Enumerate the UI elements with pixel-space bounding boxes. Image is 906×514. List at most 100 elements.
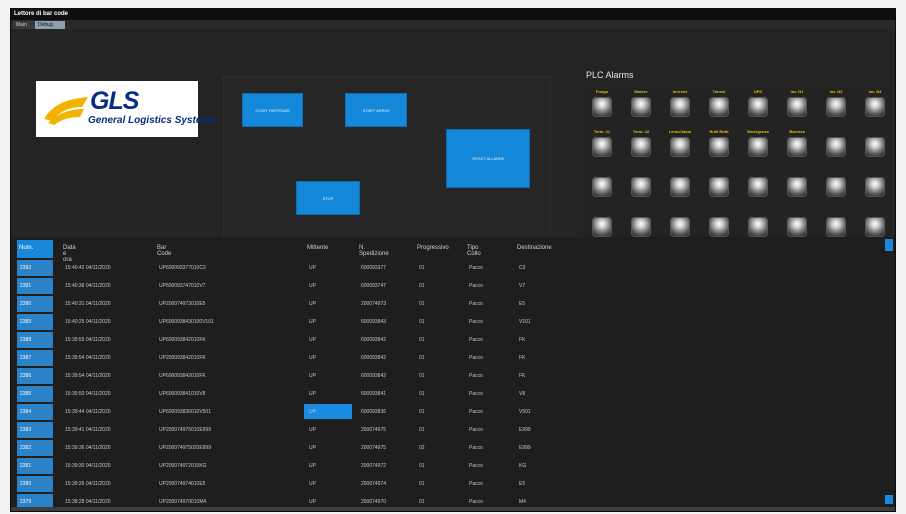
- table-row[interactable]: 2388 15:39:55 04/11/2020 UP600093842010FK U…: [17, 331, 562, 349]
- cell-data-ora: 15:39:55 04/11/2020: [65, 337, 111, 343]
- barcode-table: Num. Data e ora Bar Code Mittente N. Spe…: [11, 237, 895, 511]
- cell-num: 2381: [17, 458, 53, 474]
- cell-progressivo: 02: [419, 445, 425, 451]
- cell-bar-code: UP600093747010V7: [159, 283, 206, 289]
- column-header-bar-code[interactable]: Bar Code: [157, 240, 171, 258]
- cell-num: 2391: [17, 278, 53, 294]
- alarm-lamp-icon: [826, 217, 846, 237]
- table-row[interactable]: 2380 15:39:26 04/11/2020 UP200074974010E5 U…: [17, 475, 562, 493]
- column-header-destinazione[interactable]: Destinazione: [517, 240, 552, 258]
- cell-bar-code: UP200074975020E999: [159, 445, 211, 451]
- cell-bar-code: UP200093842010FK: [159, 355, 206, 361]
- cell-spedizione: 600093842: [361, 373, 387, 379]
- table-row[interactable]: 2384 15:39:44 04/11/2020 UP600093836010V50…: [17, 403, 562, 421]
- plc-alarm-r2-c5: Emergenza: [738, 129, 778, 163]
- start-arrivi-button[interactable]: START ARRIVI: [345, 93, 407, 127]
- alarm-lamp-icon: [631, 217, 651, 237]
- plc-alarm-label: Barriera: [789, 129, 805, 134]
- alarm-lamp-icon: [748, 217, 768, 237]
- gls-logo: GLS General Logistics Systems: [36, 81, 216, 137]
- window-title: Lettore di bar code: [11, 9, 895, 20]
- table-row[interactable]: 2383 15:39:41 04/11/2020 UP200074975010E99…: [17, 421, 562, 439]
- alarm-lamp-icon: [787, 137, 807, 157]
- plc-alarm-label: Inv. N1: [790, 89, 804, 94]
- cell-spedizione: 600093842: [361, 355, 387, 361]
- cell-destinazione: C3: [519, 265, 526, 271]
- plc-alarm-r1-c8: Inv. N3: [855, 89, 895, 123]
- cell-progressivo: 01: [419, 373, 425, 379]
- table-row[interactable]: 2390 15:40:31 04/11/2020 UP200074973010E5 U…: [17, 295, 562, 313]
- cell-tipo-collo: Pacco: [469, 319, 483, 325]
- plc-alarm-r2-c3: Lento/Jasto: [660, 129, 700, 163]
- cell-bar-code: UP600093841010V8: [159, 391, 206, 397]
- cell-num: 2389: [17, 314, 53, 330]
- cell-progressivo: 01: [419, 391, 425, 397]
- cell-mittente: UP: [309, 445, 316, 451]
- cell-mittente: UP: [309, 319, 316, 325]
- plc-alarm-r3-c8: [855, 169, 895, 203]
- cell-mittente: UP: [309, 391, 316, 397]
- plc-alarm-r3-c2: [621, 169, 661, 203]
- column-header-mittente[interactable]: Mittente: [307, 240, 328, 258]
- alarm-lamp-icon: [709, 177, 729, 197]
- cell-bar-code: UP200074975010E999: [159, 427, 211, 433]
- column-header-spedizione[interactable]: N. Spedizione: [359, 240, 389, 258]
- plc-alarm-r2-c7: [816, 129, 856, 163]
- cell-spedizione: 200074975: [361, 445, 387, 451]
- alarm-lamp-icon: [592, 97, 612, 117]
- cell-spedizione: 200074975: [361, 427, 387, 433]
- plc-alarm-label: Fungo: [595, 89, 609, 94]
- cell-spedizione: 200074974: [361, 481, 387, 487]
- table-row[interactable]: 2385 15:39:50 04/11/2020 UP600093841010V8 U…: [17, 385, 562, 403]
- alarm-lamp-icon: [709, 217, 729, 237]
- column-header-num[interactable]: Num.: [17, 240, 53, 258]
- table-row[interactable]: 2382 15:39:36 04/11/2020 UP200074975020E99…: [17, 439, 562, 457]
- cell-mittente: UP: [309, 463, 316, 469]
- cell-destinazione: V101: [519, 319, 531, 325]
- stop-button[interactable]: STOP: [296, 181, 360, 215]
- alarm-lamp-icon: [670, 137, 690, 157]
- alarm-lamp-icon: [670, 177, 690, 197]
- cell-tipo-collo: Pacco: [469, 283, 483, 289]
- plc-alarm-label: Rulli Rotti: [709, 129, 729, 134]
- plc-alarm-r1-c4: Tunnel: [699, 89, 739, 123]
- cell-destinazione: E999: [519, 427, 531, 433]
- scroll-up-icon[interactable]: [885, 239, 893, 251]
- table-row[interactable]: 2381 15:39:30 04/11/2020 UP200074972010KG U…: [17, 457, 562, 475]
- cell-destinazione: V7: [519, 283, 526, 289]
- scroll-down-icon[interactable]: [885, 495, 893, 504]
- table-row[interactable]: 2391 15:40:36 04/11/2020 UP600093747010V7 U…: [17, 277, 562, 295]
- reset-allarmi-button[interactable]: RESET ALLARMI: [446, 129, 530, 188]
- cell-num: 2388: [17, 332, 53, 348]
- cell-tipo-collo: Pacco: [469, 481, 483, 487]
- plc-alarm-label: UPS: [753, 89, 763, 94]
- cell-tipo-collo: Pacco: [469, 391, 483, 397]
- cell-bar-code: UP200074972010KG: [159, 463, 207, 469]
- tab-main[interactable]: Main: [13, 21, 35, 29]
- cell-destinazione: FK: [519, 355, 526, 361]
- cell-tipo-collo: Pacco: [469, 265, 483, 271]
- plc-alarm-r1-c1: Fungo: [582, 89, 622, 123]
- column-header-progressivo[interactable]: Progressivo: [417, 240, 449, 258]
- table-row[interactable]: 2389 15:40:25 04/11/2020 UP6000938430100V1…: [17, 313, 562, 331]
- table-row[interactable]: 2386 15:39:54 04/11/2020 UP600093842010FK U…: [17, 367, 562, 385]
- cell-mittente: UP: [309, 283, 316, 289]
- alarm-lamp-icon: [787, 217, 807, 237]
- plc-alarm-r2-c4: Rulli Rotti: [699, 129, 739, 163]
- cell-data-ora: 15:39:54 04/11/2020: [65, 373, 111, 379]
- plc-alarm-r1-c2: Motore: [621, 89, 661, 123]
- table-row[interactable]: 2392 15:40:42 04/11/2020 UP600093377010C3 U…: [17, 259, 562, 277]
- start-partenze-button[interactable]: START PARTENZE: [242, 93, 303, 127]
- cell-spedizione: 200074972: [361, 463, 387, 469]
- column-header-tipo-collo[interactable]: Tipo Collo: [467, 240, 481, 258]
- cell-destinazione: V501: [519, 409, 531, 415]
- cell-spedizione: 600093842: [361, 337, 387, 343]
- alarm-lamp-icon: [592, 177, 612, 197]
- column-header-data-ora[interactable]: Data e ora: [63, 240, 76, 263]
- cell-tipo-collo: Pacco: [469, 445, 483, 451]
- tab-debug[interactable]: Debug: [35, 21, 65, 29]
- cell-progressivo: 01: [419, 355, 425, 361]
- app-window: Lettore di bar code Main Debug GLS Gener…: [10, 8, 896, 512]
- cell-data-ora: 15:39:50 04/11/2020: [65, 391, 111, 397]
- table-row[interactable]: 2387 15:39:54 04/11/2020 UP200093842010FK U…: [17, 349, 562, 367]
